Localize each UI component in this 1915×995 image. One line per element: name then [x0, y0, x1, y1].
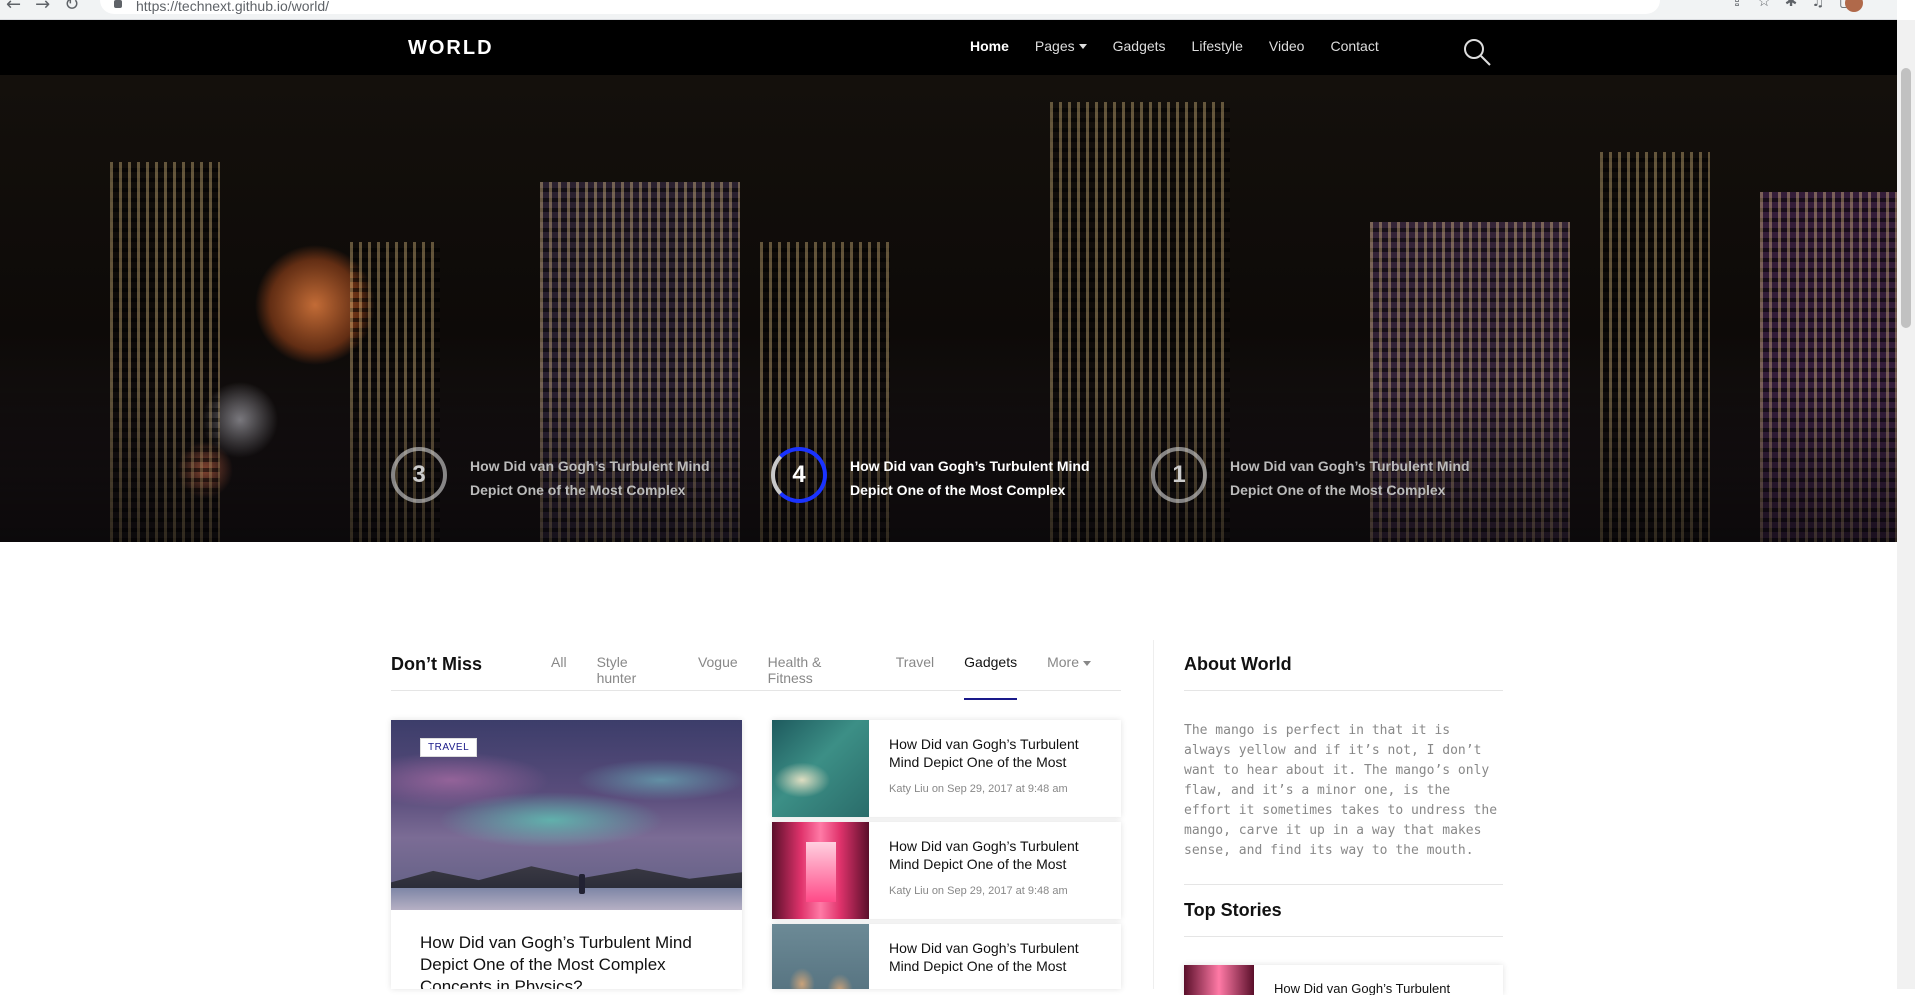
hero-slider: 3 How Did van Gogh’s Turbulent Mind Depi… — [0, 75, 1897, 542]
search-icon[interactable] — [1462, 37, 1492, 67]
article-thumbnail[interactable] — [772, 720, 869, 817]
main-nav: Home Pages Gadgets Lifestyle Video Conta… — [970, 38, 1405, 54]
article-title[interactable]: How Did van Gogh’s Turbulent Mind Depict… — [889, 837, 1104, 873]
hero-slide-title[interactable]: How Did van Gogh’s Turbulent Mind Depict… — [1230, 454, 1500, 502]
article-author[interactable]: Katy Liu — [889, 783, 929, 795]
scrollbar-thumb[interactable] — [1901, 68, 1911, 328]
featured-image-person — [579, 874, 585, 894]
tab-gadgets[interactable]: Gadgets — [964, 654, 1018, 700]
tab-vogue[interactable]: Vogue — [698, 654, 738, 700]
about-title: About World — [1184, 654, 1503, 691]
featured-article-card[interactable]: TRAVEL How Did van Gogh’s Turbulent Mind… — [391, 720, 742, 989]
sidebar: About World The mango is perfect in that… — [1153, 640, 1503, 995]
top-stories-title: Top Stories — [1184, 900, 1503, 937]
tab-style-hunter[interactable]: Style hunter — [597, 654, 668, 700]
article-list-item[interactable]: How Did van Gogh’s Turbulent Mind Depict… — [772, 822, 1121, 919]
site-logo[interactable]: WORLD — [408, 37, 494, 60]
hero-slide-title[interactable]: How Did van Gogh’s Turbulent Mind Depict… — [470, 454, 740, 502]
hero-slide-number: 3 — [391, 447, 447, 503]
top-story-title[interactable]: How Did van Gogh’s Turbulent — [1274, 981, 1450, 995]
section-title: Don’t Miss — [391, 654, 483, 674]
hero-slide-item[interactable]: 1 How Did van Gogh’s Turbulent Mind Depi… — [1151, 447, 1491, 507]
nav-video-label: Video — [1268, 38, 1305, 54]
sidebar-divider — [1184, 884, 1503, 885]
featured-article-title[interactable]: How Did van Gogh’s Turbulent Mind Depict… — [420, 932, 720, 989]
caret-down-icon — [1078, 43, 1087, 49]
category-tabs: All Style hunter Vogue Health & Fitness … — [551, 654, 1121, 700]
nav-home-label: Home — [970, 38, 1009, 54]
category-tag[interactable]: TRAVEL — [420, 738, 478, 757]
caret-down-icon — [1083, 661, 1091, 666]
profile-avatar[interactable] — [1845, 0, 1863, 12]
nav-gadgets[interactable]: Gadgets — [1113, 38, 1166, 54]
article-thumbnail[interactable] — [772, 822, 869, 919]
article-title[interactable]: How Did van Gogh’s Turbulent Mind Depict… — [889, 735, 1104, 771]
nav-pages-label: Pages — [1034, 38, 1075, 54]
site-header: WORLD Home Pages Gadgets Lifestyle Video… — [0, 20, 1897, 75]
lock-icon — [114, 0, 122, 8]
nav-contact-label: Contact — [1330, 38, 1379, 54]
hero-slide-number: 4 — [771, 447, 827, 503]
page-scrollbar[interactable] — [1897, 20, 1915, 989]
about-text: The mango is perfect in that it is alway… — [1184, 723, 1498, 858]
url-text: https://technext.github.io/world/ — [136, 0, 329, 14]
nav-pages[interactable]: Pages — [1035, 38, 1087, 54]
hero-slide-number: 1 — [1151, 447, 1207, 503]
nav-lifestyle[interactable]: Lifestyle — [1192, 38, 1243, 54]
tab-more-label: More — [1047, 654, 1079, 670]
nav-video[interactable]: Video — [1269, 38, 1305, 54]
top-story-thumbnail[interactable] — [1184, 965, 1254, 995]
hero-slide-title[interactable]: How Did van Gogh’s Turbulent Mind Depict… — [850, 454, 1120, 502]
article-author[interactable]: Katy Liu — [889, 885, 929, 897]
nav-gadgets-label: Gadgets — [1112, 38, 1166, 54]
dont-miss-header: Don’t Miss All Style hunter Vogue Health… — [391, 648, 1121, 700]
article-list-item[interactable]: How Did van Gogh’s Turbulent Mind Depict… — [772, 924, 1121, 989]
hero-slide-item[interactable]: 3 How Did van Gogh’s Turbulent Mind Depi… — [391, 447, 731, 507]
browser-nav-buttons[interactable]: ←→↻ — [6, 0, 93, 15]
article-meta: Katy Liu on Sep 29, 2017 at 9:48 am — [889, 885, 1068, 897]
tab-health-fitness[interactable]: Health & Fitness — [768, 654, 866, 700]
hero-slide-item-active[interactable]: 4 How Did van Gogh’s Turbulent Mind Depi… — [771, 447, 1111, 507]
tab-travel[interactable]: Travel — [896, 654, 934, 700]
nav-contact[interactable]: Contact — [1330, 38, 1378, 54]
address-bar[interactable]: https://technext.github.io/world/ — [100, 0, 1660, 14]
top-story-item[interactable]: How Did van Gogh’s Turbulent — [1184, 965, 1503, 995]
browser-toolbar: ←→↻ https://technext.github.io/world/ ⇪☆… — [0, 0, 1897, 20]
tab-all[interactable]: All — [551, 654, 567, 700]
tab-more[interactable]: More — [1047, 654, 1091, 700]
featured-image-water — [391, 888, 742, 910]
article-date: Sep 29, 2017 at 9:48 am — [947, 783, 1068, 795]
article-meta: Katy Liu on Sep 29, 2017 at 9:48 am — [889, 783, 1068, 795]
article-meta-on: on — [931, 885, 945, 897]
article-thumbnail[interactable] — [772, 924, 869, 989]
article-meta-on: on — [931, 783, 945, 795]
article-date: Sep 29, 2017 at 9:48 am — [947, 885, 1068, 897]
article-title[interactable]: How Did van Gogh’s Turbulent Mind Depict… — [889, 939, 1104, 975]
article-list-item[interactable]: How Did van Gogh’s Turbulent Mind Depict… — [772, 720, 1121, 817]
nav-lifestyle-label: Lifestyle — [1191, 38, 1243, 54]
nav-home[interactable]: Home — [970, 38, 1009, 54]
